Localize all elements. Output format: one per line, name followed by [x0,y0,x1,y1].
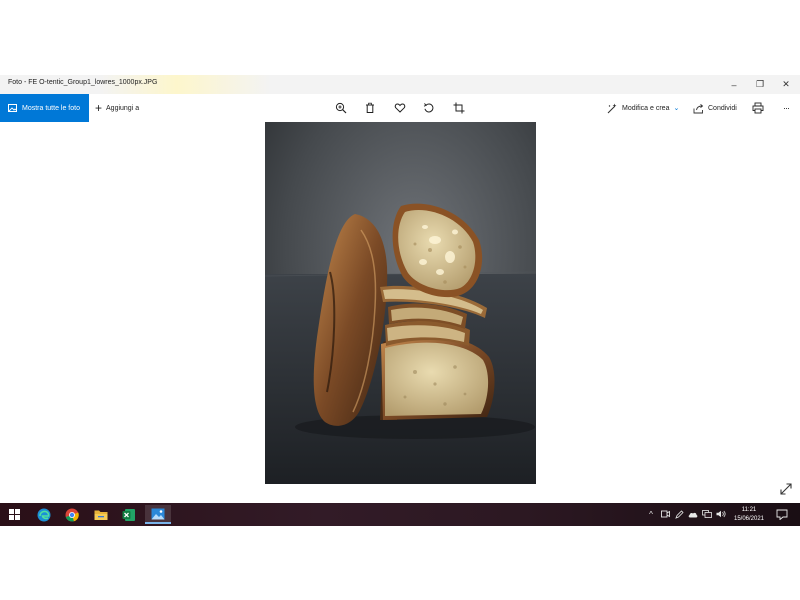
title-bar: Foto - FE O-tentic_Group1_lowres_1000px.… [0,75,800,94]
onedrive-icon[interactable] [688,508,698,520]
windows-taskbar: ^ 11:21 15/06/2021 [0,503,800,526]
window-title: Foto - FE O-tentic_Group1_lowres_1000px.… [8,79,158,86]
file-explorer-icon[interactable] [88,505,114,524]
taskbar-clock[interactable]: 11:21 15/06/2021 [726,506,772,524]
share-label: Condividi [708,104,737,112]
edit-create-button[interactable]: Modifica e crea ⌄ [607,94,679,122]
bread-photo[interactable] [265,122,536,484]
volume-icon[interactable] [716,508,726,520]
add-to-label: Aggiungi a [106,104,140,112]
add-to-button[interactable]: + Aggiungi a [95,94,139,122]
zoom-icon[interactable] [334,101,348,115]
fullscreen-icon[interactable] [779,482,793,496]
edit-create-label: Modifica e crea [622,104,670,112]
minimize-button[interactable]: – [721,75,747,94]
crop-icon[interactable] [452,101,466,115]
tray-chevron[interactable]: ^ [646,508,656,520]
excel-icon[interactable] [116,505,142,524]
chrome-icon[interactable] [59,505,85,524]
restore-button[interactable]: ❐ [747,75,773,94]
show-all-photos-button[interactable]: Mostra tutte le foto [0,94,89,122]
network-icon[interactable] [702,508,712,520]
app-toolbar: Mostra tutte le foto + Aggiungi a Modifi… [0,94,800,122]
clock-date: 15/06/2021 [733,516,765,522]
share-button[interactable]: Condividi [693,94,737,122]
clock-time: 11:21 [741,507,757,513]
photos-icon[interactable] [145,505,171,524]
plus-icon: + [95,101,103,115]
close-button[interactable]: ✕ [773,75,799,94]
favorite-icon[interactable] [393,101,407,115]
print-icon[interactable] [751,101,765,115]
meet-now-icon[interactable] [660,508,670,520]
pen-icon[interactable] [674,508,684,520]
share-icon [693,103,704,113]
edit-wand-icon [607,103,617,113]
edge-icon[interactable] [31,505,57,524]
show-all-photos-label: Mostra tutte le foto [22,104,80,112]
start-icon[interactable] [1,505,27,524]
rotate-icon[interactable] [422,101,436,115]
chevron-down-icon: ⌄ [673,105,680,112]
notification-icon[interactable] [776,509,788,520]
more-options-button[interactable]: ··· [779,101,793,115]
gallery-icon [8,104,17,112]
delete-icon[interactable] [363,101,377,115]
